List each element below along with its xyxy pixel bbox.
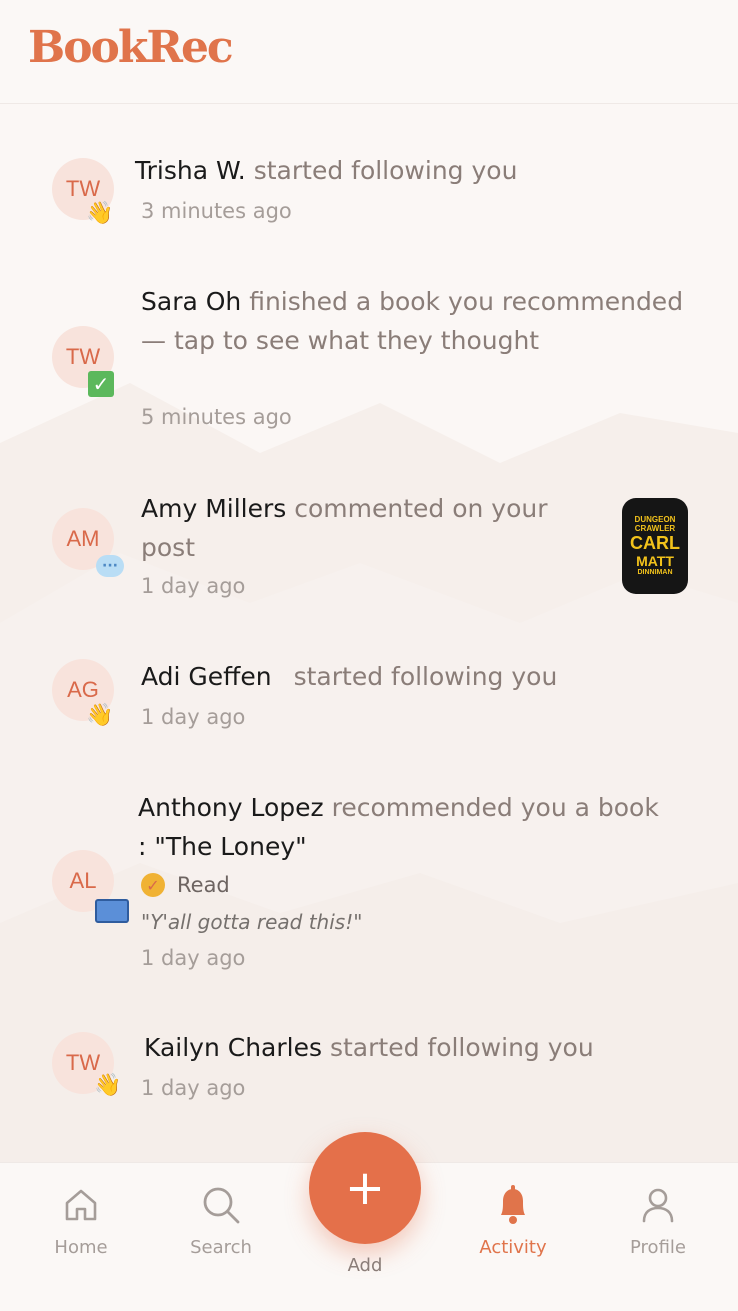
bottom-nav: Home Search + Add Activity Profile <box>0 1132 738 1311</box>
timestamp: 1 day ago <box>141 946 246 970</box>
bell-icon <box>458 1183 568 1227</box>
profile-icon <box>603 1183 713 1227</box>
wave-icon: 👋 <box>86 703 114 728</box>
user-name[interactable]: Anthony Lopez <box>138 793 324 822</box>
activity-text: Kailyn Charles started following you <box>144 1028 689 1067</box>
recommendation-quote: "Y'all gotta read this!" <box>141 910 363 934</box>
activity-text: Trisha W. started following you <box>135 151 680 190</box>
activity-action: started following you <box>253 156 518 185</box>
home-icon <box>26 1183 136 1227</box>
add-button[interactable]: + <box>309 1132 421 1244</box>
activity-text: Sara Oh finished a book you recommended … <box>141 282 686 360</box>
timestamp: 3 minutes ago <box>141 199 292 223</box>
user-name[interactable]: Amy Millers <box>141 494 286 523</box>
book-title[interactable]: : "The Loney" <box>138 832 307 861</box>
app-logo[interactable]: BookRec <box>28 22 234 73</box>
background-pattern <box>0 383 738 1163</box>
timestamp: 5 minutes ago <box>141 405 292 429</box>
activity-text: Amy Millers commented on your post <box>141 489 601 567</box>
activity-action: recommended you a book <box>331 793 659 822</box>
check-icon: ✓ <box>88 371 114 397</box>
nav-label: Activity <box>479 1237 547 1258</box>
app-header: BookRec <box>0 0 738 104</box>
nav-search[interactable]: Search <box>166 1183 276 1258</box>
nav-profile[interactable]: Profile <box>603 1183 713 1258</box>
activity-text: Anthony Lopez recommended you a book : "… <box>138 788 698 866</box>
read-check-icon: ✓ <box>141 873 165 897</box>
nav-label: Search <box>190 1237 252 1258</box>
nav-home[interactable]: Home <box>26 1183 136 1258</box>
activity-text: Adi Geffen started following you <box>141 657 686 696</box>
user-name[interactable]: Trisha W. <box>135 156 246 185</box>
add-label: Add <box>347 1255 383 1276</box>
activity-action: started following you <box>329 1033 594 1062</box>
timestamp: 1 day ago <box>141 705 246 729</box>
wave-icon: 👋 <box>86 201 114 226</box>
book-cover-thumbnail[interactable]: DUNGEON CRAWLER CARL MATT DINNIMAN <box>622 498 688 594</box>
nav-activity[interactable]: Activity <box>458 1183 568 1258</box>
comment-icon: ··· <box>96 555 124 577</box>
status-label: Read <box>177 873 230 897</box>
wave-icon: 👋 <box>94 1073 122 1098</box>
user-name[interactable]: Kailyn Charles <box>144 1033 322 1062</box>
activity-action: started following you <box>293 662 558 691</box>
user-name[interactable]: Sara Oh <box>141 287 241 316</box>
book-icon <box>95 899 129 923</box>
timestamp: 1 day ago <box>141 574 246 598</box>
nav-label: Home <box>54 1237 108 1258</box>
nav-label: Profile <box>630 1237 686 1258</box>
user-name[interactable]: Adi Geffen <box>141 662 272 691</box>
read-status: ✓ Read <box>141 873 230 897</box>
search-icon <box>166 1183 276 1227</box>
timestamp: 1 day ago <box>141 1076 246 1100</box>
